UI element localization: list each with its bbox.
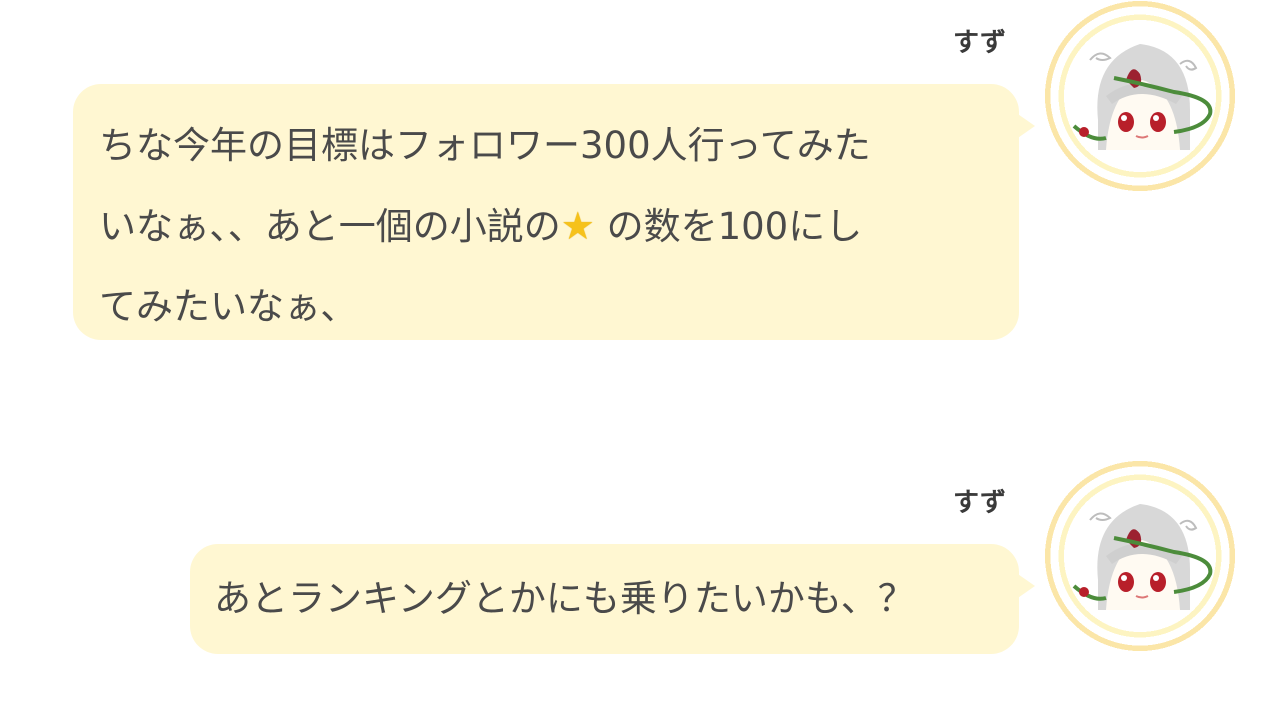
avatar-illustration [1072, 504, 1213, 610]
sender-name: すず [953, 28, 1008, 58]
avatar[interactable] [1044, 0, 1236, 192]
message-line: てみたいなぁ、 [99, 285, 358, 328]
message-line: ちな今年の目標はフォロワー300人行ってみた [99, 124, 871, 167]
bubble-tail [1015, 572, 1035, 600]
message-bubble[interactable]: あとランキングとかにも乗りたいかも、？ [190, 544, 1035, 654]
message-line: いなぁ、、あと一個の小説の★ の数を100にし [99, 186, 995, 267]
sender-name: すず [953, 488, 1008, 518]
message-text: の数を100にし [594, 205, 863, 248]
star-icon: ★ [560, 204, 595, 248]
message-line: あとランキングとかにも乗りたいかも、？ [214, 577, 915, 620]
message-text: いなぁ、、あと一個の小説の [99, 205, 561, 248]
avatar[interactable] [1044, 460, 1236, 652]
avatar-illustration [1072, 44, 1213, 150]
bubble-tail [1015, 112, 1035, 140]
message-bubble[interactable]: ちな今年の目標はフォロワー300人行ってみた いなぁ、、あと一個の小説の★ の数… [73, 84, 1035, 340]
